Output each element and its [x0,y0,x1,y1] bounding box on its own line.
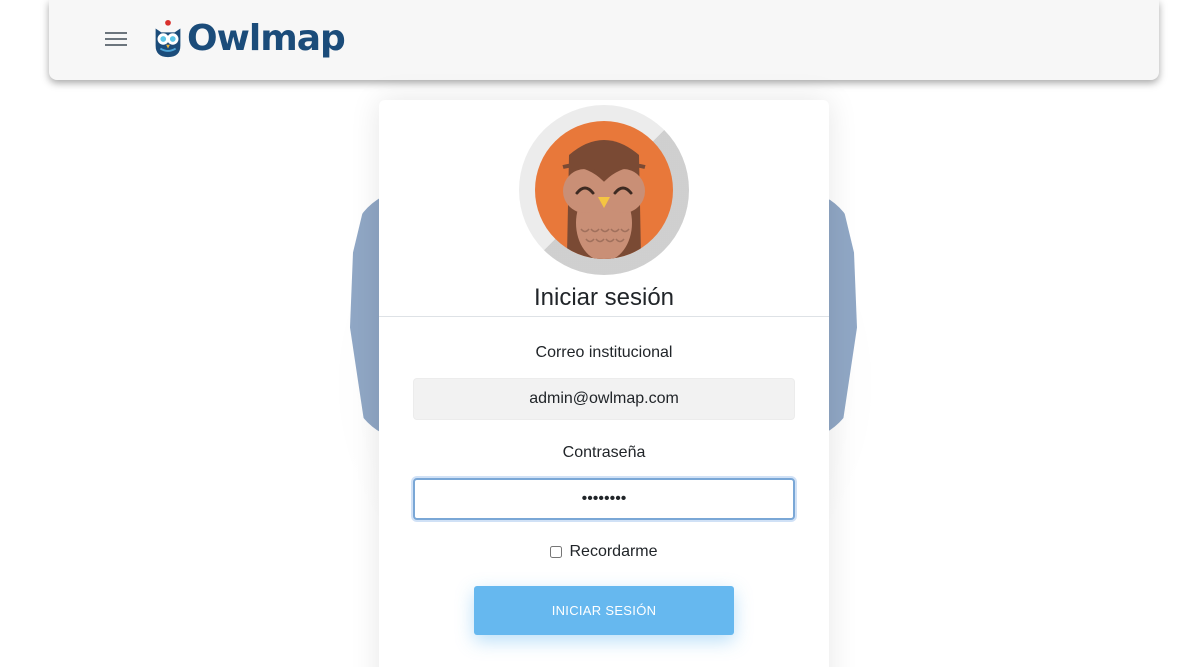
brand-name: Owlmap [187,18,346,59]
hamburger-icon[interactable] [105,28,127,50]
remember-label: Recordarme [569,543,658,560]
password-field[interactable] [413,478,795,520]
navbar: Owlmap [49,0,1159,80]
password-label: Contraseña [562,444,646,461]
remember-checkbox[interactable] [550,546,563,558]
email-field[interactable] [413,378,795,420]
brand-logo[interactable]: Owlmap [151,14,346,64]
remember-me: Recordarme [379,543,829,561]
page-title: Iniciar sesión [533,284,675,311]
avatar [519,105,689,275]
login-button[interactable]: INICIAR SESIÓN [474,586,734,635]
owl-avatar-icon [535,121,673,259]
owl-logo-icon [155,19,181,58]
email-label: Correo institucional [535,344,673,361]
login-card: Iniciar sesión Correo institucional Cont… [379,100,829,667]
divider [379,316,829,317]
